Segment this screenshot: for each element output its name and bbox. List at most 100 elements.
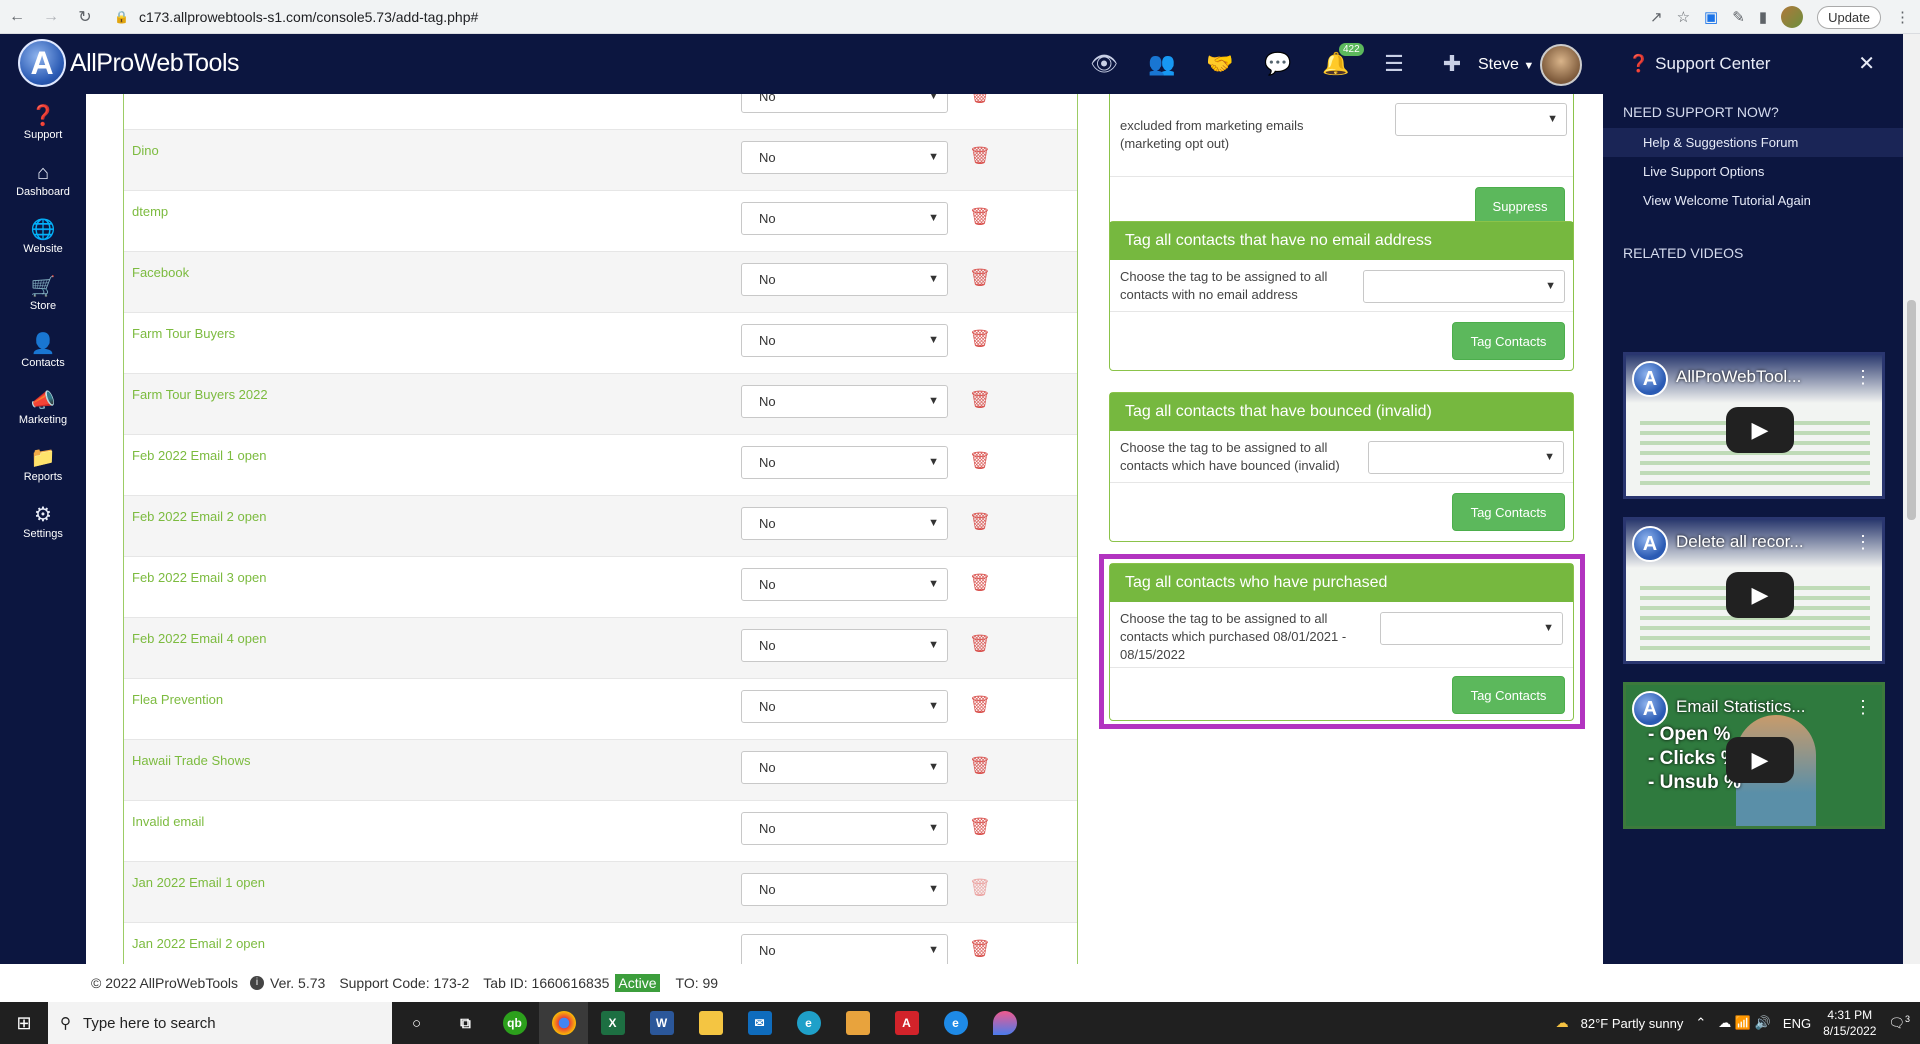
excel-icon[interactable]: X [588, 1002, 637, 1044]
chat-icon[interactable]: 💬 [1249, 34, 1307, 94]
bookmark-star-icon[interactable]: ☆ [1677, 8, 1690, 26]
reload-icon[interactable]: ↻ [68, 0, 102, 34]
tag-name[interactable]: Jan 2022 Email 1 open [132, 875, 265, 890]
paint-app-icon[interactable] [980, 1002, 1029, 1044]
eye-icon[interactable]: 👁 [1075, 34, 1133, 94]
trash-icon[interactable]: 🗑 [969, 146, 991, 166]
notifications-icon[interactable]: 🔔 422 [1307, 34, 1365, 94]
tag-name[interactable]: Farm Tour Buyers [132, 326, 235, 341]
video-thumbnail[interactable]: A Delete all recor... ⋮ ▶ [1623, 517, 1885, 664]
puzzle-icon[interactable]: ✎ [1732, 8, 1745, 26]
trash-icon[interactable]: 🗑 [969, 573, 991, 593]
weather-text[interactable]: 82°F Partly sunny [1581, 1016, 1684, 1031]
tag-name[interactable]: Hawaii Trade Shows [132, 753, 251, 768]
user-avatar[interactable] [1540, 44, 1582, 86]
tag-option-select[interactable]: No ▼ [741, 141, 948, 174]
trash-icon[interactable]: 🗑 [969, 329, 991, 349]
address-bar[interactable]: 🔒 c173.allprowebtools-s1.com/console5.73… [104, 4, 1744, 30]
tag-option-select[interactable]: No ▼ [741, 385, 948, 418]
task-view-icon[interactable]: ⧉ [441, 1002, 490, 1044]
edge-icon[interactable]: e [784, 1002, 833, 1044]
tag-contacts-button[interactable]: Tag Contacts [1452, 322, 1565, 360]
url-text[interactable]: c173.allprowebtools-s1.com/console5.73/a… [139, 9, 478, 25]
sidebar-item-support[interactable]: ❓ Support [0, 94, 86, 151]
profile-avatar[interactable] [1781, 6, 1804, 28]
sidebar-item-website[interactable]: 🌐 Website [0, 208, 86, 265]
tag-option-select[interactable]: No ▼ [741, 324, 948, 357]
tag-name[interactable]: Customers with No Email [132, 94, 278, 97]
video-thumbnail[interactable]: - Open % - Clicks % - Unsub % A Email St… [1623, 682, 1885, 829]
tag-name[interactable]: Invalid email [132, 814, 204, 829]
tag-name[interactable]: Flea Prevention [132, 692, 223, 707]
tag-name[interactable]: Dino [132, 143, 159, 158]
sidebar-item-store[interactable]: 🛒 Store [0, 265, 86, 322]
tag-name[interactable]: Feb 2022 Email 3 open [132, 570, 266, 585]
tasks-icon[interactable]: ☰ [1365, 34, 1423, 94]
tag-option-select[interactable]: No ▼ [741, 568, 948, 601]
tag-option-select[interactable]: No ▼ [741, 934, 948, 964]
word-icon[interactable]: W [637, 1002, 686, 1044]
sidebar-item-reports[interactable]: 📁 Reports [0, 436, 86, 493]
trash-icon[interactable]: 🗑 [969, 756, 991, 776]
acrobat-icon[interactable]: A [882, 1002, 931, 1044]
trash-icon[interactable]: 🗑 [969, 451, 991, 471]
trash-icon[interactable]: 🗑 [969, 817, 991, 837]
brand-logo[interactable]: A AllProWebTools [18, 39, 240, 87]
trash-icon[interactable]: 🗑 [969, 512, 991, 532]
sticky-app-icon[interactable] [833, 1002, 882, 1044]
tag-option-select[interactable]: No ▼ [741, 751, 948, 784]
chrome-icon[interactable] [539, 1002, 588, 1044]
no-email-tag-select[interactable]: ▼ [1363, 270, 1565, 303]
trash-icon[interactable]: 🗑 [969, 268, 991, 288]
trash-icon[interactable]: 🗑 [969, 94, 991, 105]
more-options-icon[interactable]: ⋮ [1854, 532, 1872, 553]
tag-name[interactable]: Facebook [132, 265, 189, 280]
welcome-tutorial-link[interactable]: View Welcome Tutorial Again [1603, 186, 1903, 215]
update-button[interactable]: Update [1817, 5, 1881, 29]
clock[interactable]: 4:31 PM 8/15/2022 [1823, 1007, 1876, 1039]
more-options-icon[interactable]: ⋮ [1854, 367, 1872, 388]
taskbar-search[interactable]: ⚲ Type here to search [48, 1002, 392, 1044]
page-scrollbar[interactable] [1903, 34, 1920, 964]
trash-icon[interactable]: 🗑 [969, 878, 991, 898]
user-menu[interactable]: Steve ▼ [1478, 56, 1534, 74]
tag-name[interactable]: dtemp [132, 204, 168, 219]
close-icon[interactable]: ✕ [1858, 51, 1875, 76]
live-support-link[interactable]: Live Support Options [1603, 157, 1903, 186]
cortana-icon[interactable]: ○ [392, 1002, 441, 1044]
video-thumbnail[interactable]: A AllProWebTool... ⋮ ▶ [1623, 352, 1885, 499]
suppress-tag-select[interactable]: ▼ [1395, 103, 1567, 136]
trash-icon[interactable]: 🗑 [969, 939, 991, 959]
sidebar-item-contacts[interactable]: 👤 Contacts [0, 322, 86, 379]
tag-option-select[interactable]: No ▼ [741, 812, 948, 845]
quickbooks-icon[interactable]: qb [490, 1002, 539, 1044]
trash-icon[interactable]: 🗑 [969, 634, 991, 654]
trash-icon[interactable]: 🗑 [969, 390, 991, 410]
back-icon[interactable]: ← [0, 0, 34, 34]
sidebar-item-settings[interactable]: ⚙ Settings [0, 493, 86, 550]
tag-name[interactable]: Feb 2022 Email 4 open [132, 631, 266, 646]
tag-name[interactable]: Feb 2022 Email 1 open [132, 448, 266, 463]
notification-center-icon[interactable]: 🗨3 [1888, 1014, 1910, 1031]
plus-icon[interactable]: ✚ [1423, 34, 1481, 94]
chevron-up-icon[interactable]: ⌃ [1695, 1015, 1706, 1031]
users-icon[interactable]: 👥 [1133, 34, 1191, 94]
tag-option-select[interactable]: No ▼ [741, 690, 948, 723]
tag-option-select[interactable]: No ▼ [741, 94, 948, 113]
trash-icon[interactable]: 🗑 [969, 207, 991, 227]
more-options-icon[interactable]: ⋮ [1854, 697, 1872, 718]
tag-option-select[interactable]: No ▼ [741, 629, 948, 662]
internet-explorer-icon[interactable]: e [931, 1002, 980, 1044]
tag-name[interactable]: Jan 2022 Email 2 open [132, 936, 265, 951]
tray-icons[interactable]: ☁ 📶 🔊 [1718, 1015, 1771, 1031]
sidepanel-icon[interactable]: ▮ [1759, 8, 1767, 26]
menu-dots-icon[interactable]: ⋮ [1895, 8, 1910, 26]
windows-start-icon[interactable]: ⊞ [0, 1002, 48, 1044]
extension-icon[interactable]: ▣ [1704, 8, 1718, 26]
sidebar-item-dashboard[interactable]: ⌂ Dashboard [0, 151, 86, 208]
bounced-tag-select[interactable]: ▼ [1368, 441, 1564, 474]
play-icon[interactable]: ▶ [1726, 572, 1794, 618]
tag-option-select[interactable]: No ▼ [741, 202, 948, 235]
info-icon[interactable]: i [250, 976, 265, 990]
play-icon[interactable]: ▶ [1726, 407, 1794, 453]
